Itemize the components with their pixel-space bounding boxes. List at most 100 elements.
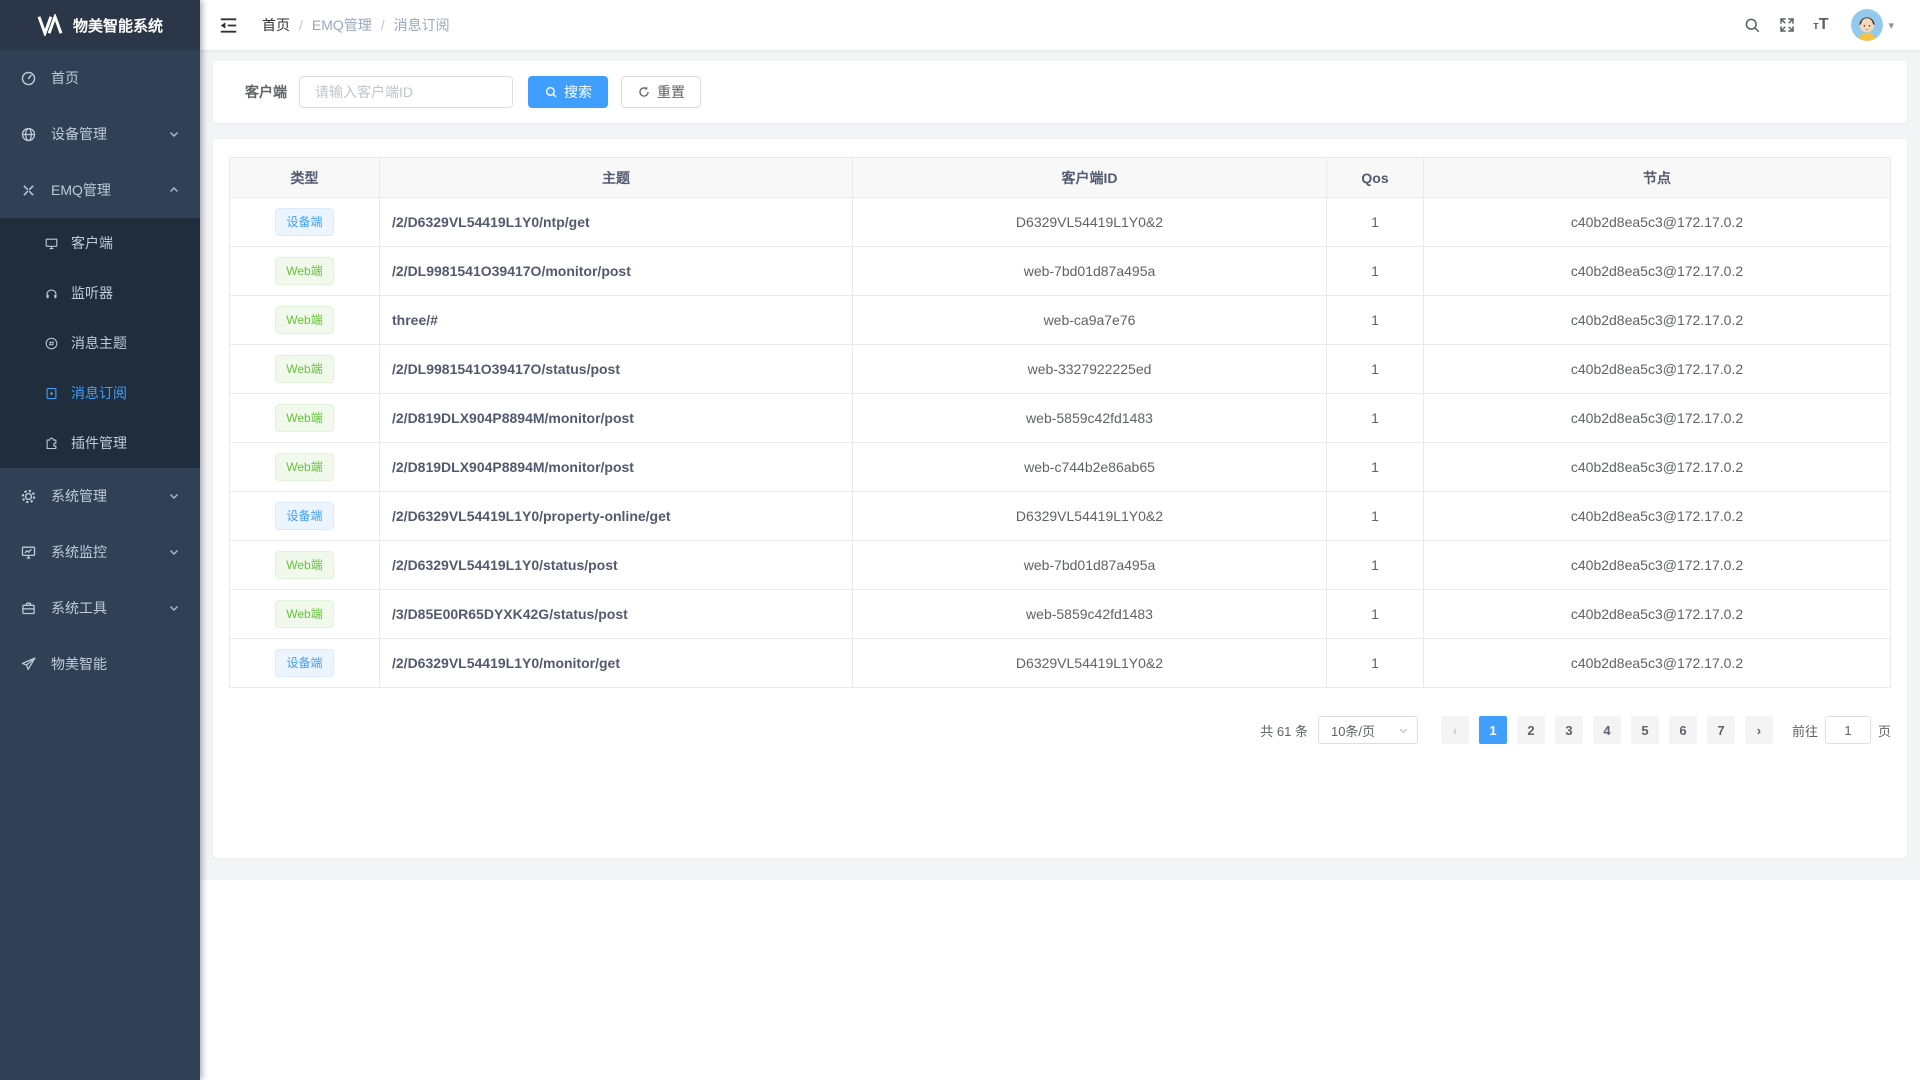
type-badge: Web端 <box>275 453 333 481</box>
table-row: Web端three/#web-ca9a7e761c40b2d8ea5c3@172… <box>230 296 1891 345</box>
type-badge: Web端 <box>275 404 333 432</box>
goto-label: 前往 <box>1792 721 1818 740</box>
client-id-cell: web-c744b2e86ab65 <box>853 443 1327 492</box>
type-cell: 设备端 <box>230 198 380 247</box>
refresh-icon <box>637 85 651 99</box>
topic-cell: /3/D85E00R65DYXK42G/status/post <box>380 590 853 639</box>
goto-unit: 页 <box>1878 721 1891 740</box>
page-button-6[interactable]: 6 <box>1669 716 1697 744</box>
client-id-cell: D6329VL54419L1Y0&2 <box>853 492 1327 541</box>
font-size-icon[interactable]: тT <box>1813 16 1828 34</box>
client-id-cell: web-5859c42fd1483 <box>853 590 1327 639</box>
topic-cell: /2/D6329VL54419L1Y0/property-online/get <box>380 492 853 541</box>
emq-submenu: 客户端 监听器 消息主题 <box>0 218 200 468</box>
page-button-1[interactable]: 1 <box>1479 716 1507 744</box>
app-main: 客户端 搜索 重置 <box>200 50 1920 880</box>
page-size-select[interactable]: 10条/页 <box>1318 716 1418 744</box>
user-menu[interactable]: ▾ <box>1851 9 1894 41</box>
sidebar-item-label: 系统监控 <box>51 542 107 562</box>
puzzle-icon <box>44 436 59 451</box>
caret-down-icon: ▾ <box>1888 19 1894 32</box>
page-button-3[interactable]: 3 <box>1555 716 1583 744</box>
table-row: 设备端/2/D6329VL54419L1Y0/monitor/getD6329V… <box>230 639 1891 688</box>
navbar-right: тT <box>1743 9 1894 41</box>
page-size-value: 10条/页 <box>1331 721 1375 740</box>
header-client-id: 客户端ID <box>853 158 1327 198</box>
app-logo[interactable]: 物美智能系统 <box>0 0 200 50</box>
topic-cell: /2/DL9981541O39417O/monitor/post <box>380 247 853 296</box>
page-button-4[interactable]: 4 <box>1593 716 1621 744</box>
sidebar-item-devices[interactable]: 设备管理 <box>0 106 200 162</box>
globe-icon <box>20 126 37 143</box>
qos-cell: 1 <box>1327 296 1424 345</box>
node-x-icon <box>20 182 37 199</box>
goto-page-input[interactable] <box>1825 716 1871 744</box>
topic-cell: three/# <box>380 296 853 345</box>
headphones-icon <box>44 286 59 301</box>
search-icon[interactable] <box>1743 16 1761 34</box>
sidebar-item-label: 首页 <box>51 68 79 88</box>
sidebar-toggle-button[interactable] <box>219 17 238 34</box>
sidebar-item-system[interactable]: 系统管理 <box>0 468 200 524</box>
node-cell: c40b2d8ea5c3@172.17.0.2 <box>1424 590 1891 639</box>
sidebar-item-monitoring[interactable]: 系统监控 <box>0 524 200 580</box>
client-id-cell: web-7bd01d87a495a <box>853 541 1327 590</box>
pagination: 共 61 条 10条/页 ‹ 1234567 › 前往 页 <box>229 716 1891 744</box>
sidebar-item-emq[interactable]: EMQ管理 <box>0 162 200 218</box>
sidebar-item-label: 消息主题 <box>71 333 127 353</box>
main-area: 首页 / EMQ管理 / 消息订阅 тT <box>200 0 1920 880</box>
desktop-icon <box>44 236 59 251</box>
node-cell: c40b2d8ea5c3@172.17.0.2 <box>1424 296 1891 345</box>
chevron-down-icon <box>168 602 180 614</box>
journal-plus-icon <box>44 386 59 401</box>
prev-page-button[interactable]: ‹ <box>1441 716 1469 744</box>
type-badge: Web端 <box>275 257 333 285</box>
table-row: Web端/2/D819DLX904P8894M/monitor/postweb-… <box>230 394 1891 443</box>
sidebar-item-brand[interactable]: 物美智能 <box>0 636 200 692</box>
sidebar-item-topics[interactable]: 消息主题 <box>0 318 200 368</box>
sidebar-item-label: 消息订阅 <box>71 383 127 403</box>
breadcrumb-emq: EMQ管理 <box>312 15 372 35</box>
sidebar-item-listeners[interactable]: 监听器 <box>0 268 200 318</box>
node-cell: c40b2d8ea5c3@172.17.0.2 <box>1424 394 1891 443</box>
avatar[interactable] <box>1851 9 1883 41</box>
search-button[interactable]: 搜索 <box>528 76 608 108</box>
app-title: 物美智能系统 <box>73 15 163 36</box>
sidebar-item-tools[interactable]: 系统工具 <box>0 580 200 636</box>
chevron-down-icon <box>168 490 180 502</box>
topic-cell: /2/D6329VL54419L1Y0/monitor/get <box>380 639 853 688</box>
topic-cell: /2/D819DLX904P8894M/monitor/post <box>380 394 853 443</box>
sidebar-item-home[interactable]: 首页 <box>0 50 200 106</box>
type-badge: Web端 <box>275 306 333 334</box>
sidebar-item-plugins[interactable]: 插件管理 <box>0 418 200 468</box>
fullscreen-icon[interactable] <box>1778 16 1796 34</box>
page-button-7[interactable]: 7 <box>1707 716 1735 744</box>
sidebar-item-label: EMQ管理 <box>51 180 111 200</box>
node-cell: c40b2d8ea5c3@172.17.0.2 <box>1424 345 1891 394</box>
search-panel: 客户端 搜索 重置 <box>213 61 1907 123</box>
header-topic: 主题 <box>380 158 853 198</box>
search-field-label: 客户端 <box>245 82 287 102</box>
page-button-2[interactable]: 2 <box>1517 716 1545 744</box>
type-cell: Web端 <box>230 541 380 590</box>
type-badge: Web端 <box>275 600 333 628</box>
qos-cell: 1 <box>1327 492 1424 541</box>
sidebar-item-label: 设备管理 <box>51 124 107 144</box>
client-id-cell: web-7bd01d87a495a <box>853 247 1327 296</box>
qos-cell: 1 <box>1327 345 1424 394</box>
chevron-up-icon <box>168 184 180 196</box>
client-id-input[interactable] <box>299 76 513 108</box>
next-page-button[interactable]: › <box>1745 716 1773 744</box>
total-count: 共 61 条 <box>1260 721 1308 740</box>
sidebar-item-clients[interactable]: 客户端 <box>0 218 200 268</box>
topic-cell: /2/D6329VL54419L1Y0/ntp/get <box>380 198 853 247</box>
node-cell: c40b2d8ea5c3@172.17.0.2 <box>1424 443 1891 492</box>
reset-button[interactable]: 重置 <box>621 76 701 108</box>
sidebar-item-subscriptions[interactable]: 消息订阅 <box>0 368 200 418</box>
header-qos: Qos <box>1327 158 1424 198</box>
client-id-cell: web-3327922225ed <box>853 345 1327 394</box>
qos-cell: 1 <box>1327 247 1424 296</box>
chevron-down-icon <box>168 546 180 558</box>
page-button-5[interactable]: 5 <box>1631 716 1659 744</box>
breadcrumb-home[interactable]: 首页 <box>262 15 290 35</box>
